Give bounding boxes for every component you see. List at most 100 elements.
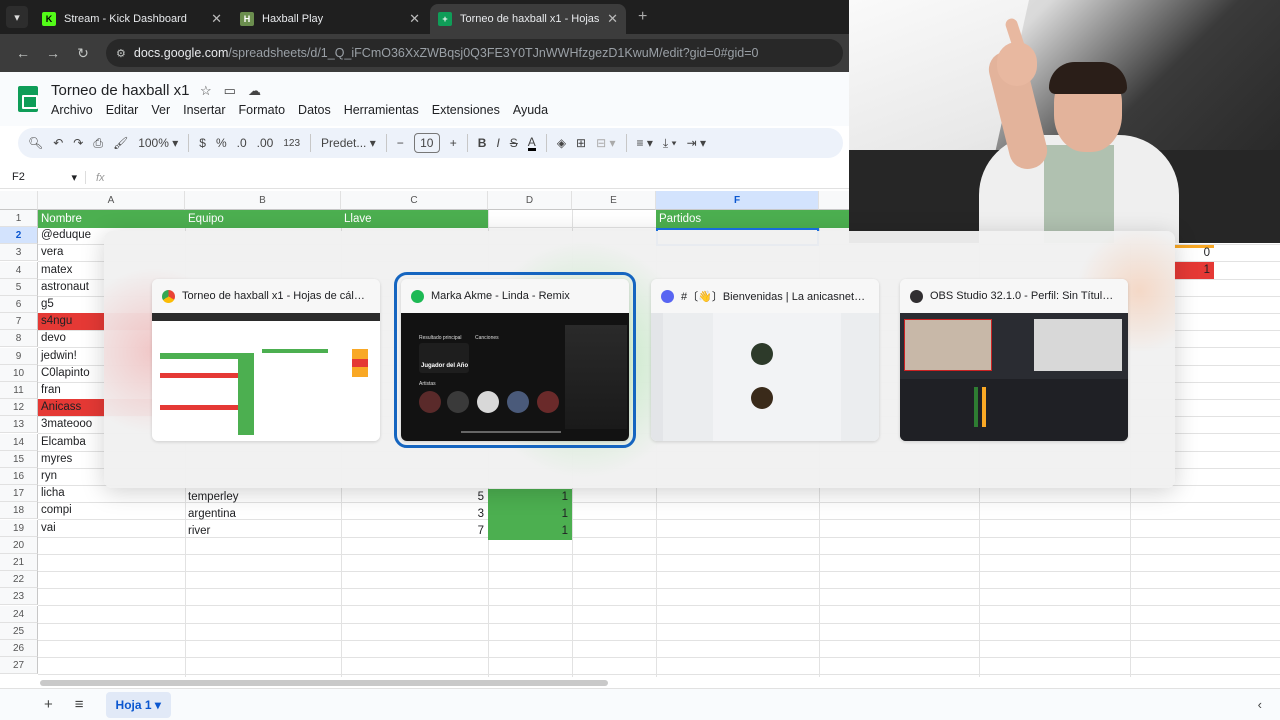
cell-g1[interactable] [819, 210, 849, 228]
menu-formato[interactable]: Formato [239, 103, 286, 117]
font-size-increase-icon[interactable]: + [450, 136, 457, 150]
undo-icon[interactable]: ↶ [53, 136, 63, 150]
row-header[interactable]: 25 [0, 622, 38, 640]
cell-c1[interactable]: Llave [341, 210, 488, 228]
row-header[interactable]: 6 [0, 296, 38, 313]
row-header[interactable]: 7 [0, 313, 38, 331]
cell-b19[interactable]: river [185, 523, 341, 540]
cell-c17[interactable]: 5 [341, 489, 488, 506]
tab-haxball-play[interactable]: H Haxball Play ✕ [232, 4, 428, 34]
menu-ver[interactable]: Ver [151, 103, 170, 117]
folder-icon[interactable]: ▭ [224, 83, 236, 99]
strikethrough-icon[interactable]: S [510, 136, 518, 150]
row-header[interactable]: 17 [0, 485, 38, 503]
row-header[interactable]: 11 [0, 382, 38, 399]
cell-b17[interactable]: temperley [185, 489, 341, 506]
row-header[interactable]: 12 [0, 399, 38, 417]
bold-button[interactable]: B [478, 136, 487, 150]
row-header[interactable]: 8 [0, 330, 38, 348]
cell-f1[interactable]: Partidos [656, 210, 819, 228]
row-header[interactable]: 14 [0, 433, 38, 451]
align-icon[interactable]: ≡ ▾ [637, 136, 653, 150]
cloud-icon[interactable]: ☁ [248, 83, 261, 99]
forward-icon[interactable]: → [38, 45, 68, 61]
row-header[interactable]: 1 [0, 210, 38, 227]
cell-c19[interactable]: 7 [341, 523, 488, 540]
row-header[interactable]: 18 [0, 502, 38, 520]
site-info-icon[interactable]: ⚙ [116, 47, 126, 60]
text-color-icon[interactable]: A [527, 136, 536, 151]
italic-button[interactable]: I [496, 136, 499, 150]
row-header[interactable]: 2 [0, 227, 38, 245]
all-sheets-icon[interactable]: ≡ [75, 696, 84, 713]
borders-icon[interactable]: ⊞ [576, 136, 586, 150]
url-input[interactable]: ⚙ docs.google.com/spreadsheets/d/1_Q_iFC… [106, 39, 843, 67]
menu-herramientas[interactable]: Herramientas [344, 103, 419, 117]
redo-icon[interactable]: ↷ [73, 136, 83, 150]
switcher-card-chrome[interactable]: Torneo de haxball x1 - Hojas de cálculo.… [152, 279, 380, 441]
horizontal-scrollbar[interactable] [40, 680, 608, 686]
row-header[interactable]: 23 [0, 588, 38, 606]
close-tab-icon[interactable]: ✕ [211, 11, 222, 27]
cell-name[interactable]: vai [38, 520, 185, 537]
switcher-card-obs[interactable]: OBS Studio 32.1.0 - Perfil: Sin Título -… [900, 279, 1128, 441]
col-header-d[interactable]: D [488, 191, 572, 210]
print-icon[interactable]: ⎙ [93, 136, 103, 151]
row-header[interactable]: 5 [0, 278, 38, 296]
add-sheet-icon[interactable]: + [44, 696, 53, 713]
search-icon[interactable]: 🔍︎ [28, 136, 43, 150]
cell-b18[interactable]: argentina [185, 506, 341, 523]
fill-color-icon[interactable]: ◈ [557, 136, 566, 150]
cell-d18[interactable]: 1 [488, 506, 572, 523]
row-header[interactable]: 20 [0, 536, 38, 554]
col-header-f[interactable]: F [656, 191, 819, 210]
cell-c18[interactable]: 3 [341, 506, 488, 523]
row-header[interactable]: 19 [0, 519, 38, 537]
font-select[interactable]: Predet... ▾ [321, 136, 376, 150]
close-tab-icon[interactable]: ✕ [409, 11, 420, 27]
switcher-card-discord[interactable]: #〔👋〕Bienvenidas | La anicasneta - Disc..… [651, 279, 879, 441]
menu-editar[interactable]: Editar [106, 103, 139, 117]
tab-search-dropdown-icon[interactable]: ▾ [6, 6, 28, 28]
row-header[interactable]: 21 [0, 554, 38, 571]
new-tab-icon[interactable]: + [638, 8, 647, 26]
sheets-logo-icon[interactable] [18, 86, 38, 112]
font-size-decrease-icon[interactable]: − [397, 136, 404, 150]
col-header-b[interactable]: B [185, 191, 341, 210]
col-header-a[interactable]: A [38, 191, 185, 210]
back-icon[interactable]: ← [8, 45, 38, 61]
number-format-button[interactable]: 123 [283, 138, 300, 149]
text-wrap-icon[interactable]: ⇥ ▾ [687, 136, 706, 150]
row-header[interactable]: 26 [0, 640, 38, 657]
cell-d19[interactable]: 1 [488, 523, 572, 540]
cell-value-one[interactable]: 1 [1174, 262, 1214, 279]
currency-button[interactable]: $ [199, 136, 206, 150]
row-header[interactable]: 4 [0, 261, 38, 279]
col-header-c[interactable]: C [341, 191, 488, 210]
merge-cells-icon[interactable]: ⊟ ▾ [596, 136, 615, 150]
sheet-tab-hoja1[interactable]: Hoja 1 ▾ [105, 691, 171, 718]
menu-insertar[interactable]: Insertar [183, 103, 225, 117]
increase-decimal-button[interactable]: .00 [257, 136, 274, 150]
percent-button[interactable]: % [216, 136, 227, 150]
cell-value-zero[interactable]: 0 [1174, 245, 1214, 262]
zoom-select[interactable]: 100% ▾ [138, 136, 178, 150]
row-header[interactable]: 16 [0, 468, 38, 485]
row-header[interactable]: 15 [0, 450, 38, 468]
font-size-input[interactable]: 10 [413, 133, 440, 153]
menu-datos[interactable]: Datos [298, 103, 331, 117]
menu-extensiones[interactable]: Extensiones [432, 103, 500, 117]
menu-ayuda[interactable]: Ayuda [513, 103, 548, 117]
tab-torneo-sheets[interactable]: + Torneo de haxball x1 - Hojas de ✕ [430, 4, 626, 34]
switcher-card-spotify[interactable]: Marka Akme - Linda - Remix Resultado pri… [394, 272, 636, 448]
row-header[interactable]: 22 [0, 571, 38, 589]
cell-name[interactable]: compi [38, 502, 185, 519]
row-header[interactable]: 24 [0, 605, 38, 623]
explore-collapse-icon[interactable]: ‹ [1258, 697, 1262, 712]
select-all-corner[interactable] [0, 191, 38, 210]
col-header-e[interactable]: E [572, 191, 656, 210]
cell-d17[interactable]: 1 [488, 489, 572, 506]
decrease-decimal-button[interactable]: .0 [237, 136, 247, 150]
tab-kick-dashboard[interactable]: K Stream - Kick Dashboard ✕ [34, 4, 230, 34]
row-header[interactable]: 27 [0, 657, 38, 675]
